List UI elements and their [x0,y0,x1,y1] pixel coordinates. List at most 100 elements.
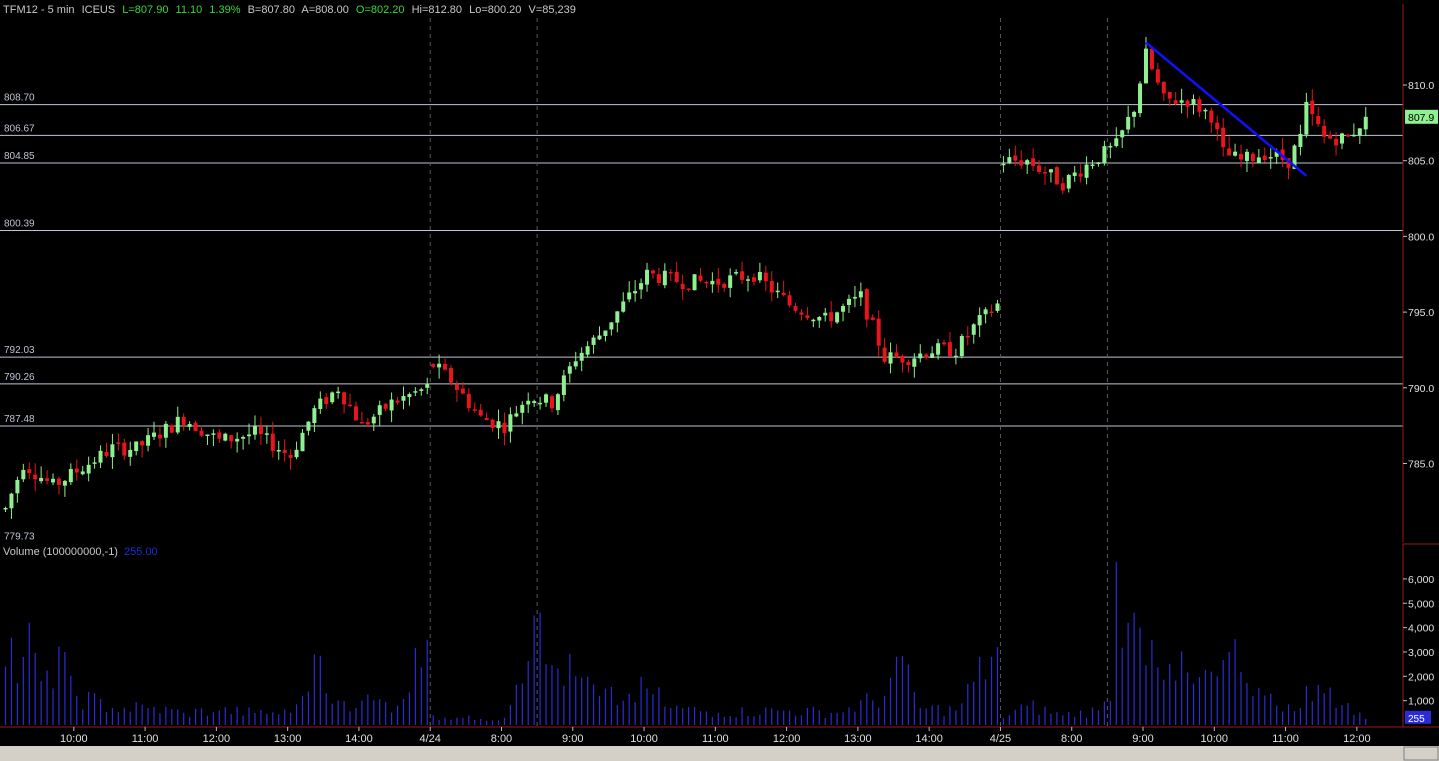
level-line-label: 800.39 [4,218,35,229]
bid-price: B=807.80 [247,4,295,16]
low-price: Lo=800.20 [469,4,522,16]
candle-body [734,272,739,274]
candle-body [413,391,418,393]
candle-body [639,283,644,290]
candle-body [1244,151,1249,161]
candle-body [45,478,50,481]
candle-body [549,396,554,409]
candle-body [1256,157,1261,164]
level-line-label: 806.67 [4,123,35,134]
candle-body [1215,122,1220,130]
candle-body [829,312,834,322]
time-tick-label: 12:00 [1343,733,1371,745]
candle-body [823,312,828,316]
candle-body [627,292,632,300]
candle-body [1191,99,1196,106]
candle-body [449,367,453,383]
candle-body [662,270,667,286]
candle-body [692,274,697,291]
scrollbar-track [0,746,1439,761]
candle-body [152,432,156,437]
level-line-label: 808.70 [4,93,35,104]
candle-body [92,462,97,464]
candle-body [205,434,210,437]
candle-body [906,361,911,366]
candle-body [561,375,566,396]
candle-body [532,401,537,403]
candle-body [995,303,1000,311]
candle-body [1262,155,1267,160]
candle-body [1126,116,1131,130]
candle-body [864,289,869,320]
candle-body [1132,111,1137,117]
candle-body [134,441,139,452]
candle-body [371,416,376,424]
candle-body [603,330,608,336]
candle-body [983,309,988,315]
candle-body [1066,174,1071,189]
candle-body [1197,99,1202,112]
volume-label: Volume (100000000,-1) [3,546,118,558]
candle-body [163,423,168,438]
candle-body [698,275,703,281]
candle-body [1072,172,1077,176]
candle-body [318,398,323,410]
candle-body [947,342,952,357]
candle-body [39,477,44,482]
price-tick-label: 785.0 [1408,459,1434,471]
candle-body [288,455,293,458]
candle-body [437,363,442,368]
candle-body [1090,164,1095,167]
time-tick-label: 8:00 [1061,733,1082,745]
candle-body [508,414,513,432]
candle-body [336,391,341,394]
volume-bars [4,561,1367,725]
candle-body [1060,183,1065,191]
candle-body [1316,116,1321,125]
candle-body [751,277,756,282]
candle-body [407,394,412,398]
candle-body [870,317,875,320]
volume-scale-value: 255.00 [123,546,158,558]
candle-body [781,292,786,296]
candle-body [359,422,364,424]
time-tick-label: 9:00 [1132,733,1153,745]
candle-body [324,397,329,405]
candle-body [1161,81,1166,94]
candle-body [888,352,893,364]
volume-tick-label: 3,000 [1408,647,1434,659]
candle-body [1108,145,1113,148]
candle-body [1233,151,1238,156]
candle-body [21,469,26,480]
session-dividers [429,18,1108,727]
candle-body [615,311,620,323]
candle-body [122,442,127,456]
candle-body [110,444,115,458]
candle-body [1221,127,1226,148]
last-price-tag: 807.9 [1408,112,1434,124]
candle-body [1155,69,1160,83]
volume-tick-label: 2,000 [1408,671,1434,683]
candle-body [270,433,275,452]
price-chart[interactable]: 808.70 806.67 804.85 800.39 792.03 790.26 787.… [0,0,1439,761]
candle-body [852,296,857,299]
candle-body [1019,160,1024,166]
candle-body [1209,110,1214,123]
candle-body [728,275,733,288]
candle-body [383,403,388,409]
candle-body [1351,134,1356,137]
candle-body [579,352,584,361]
candle-body [1114,138,1119,147]
current-volume-tag: 255 [1408,714,1425,725]
candle-body [817,316,822,321]
candle-body [942,342,947,345]
candle-body [1185,100,1190,107]
open-price: O=802.20 [355,4,405,16]
candle-body [252,426,257,435]
candle-body [223,433,228,441]
candle-body [1173,100,1178,104]
high-price: Hi=812.80 [411,4,463,16]
candle-body [977,315,982,326]
candle-body [1310,100,1315,115]
candle-body [555,394,560,411]
